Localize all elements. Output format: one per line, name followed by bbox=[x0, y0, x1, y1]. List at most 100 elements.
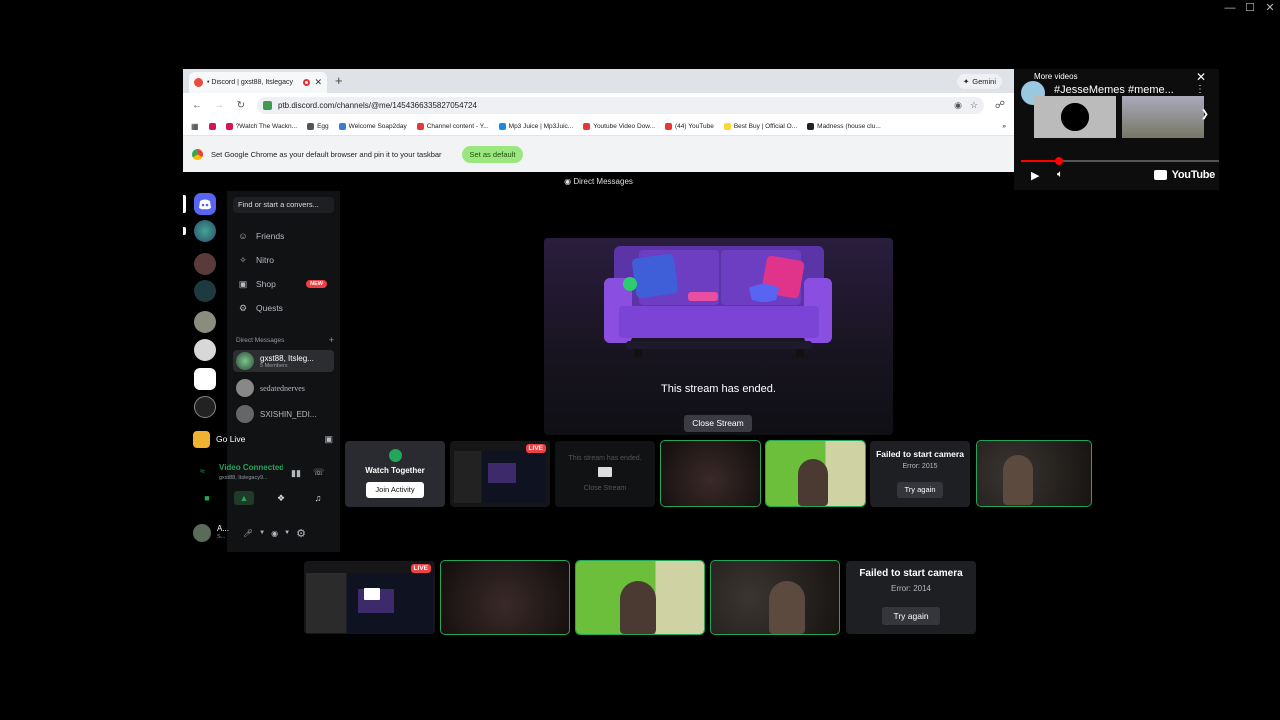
watch-together-tile[interactable]: Watch Together Join Activity bbox=[345, 441, 445, 507]
camera-tile-4[interactable] bbox=[440, 560, 570, 635]
more-bookmarks-icon[interactable]: » bbox=[1002, 123, 1006, 130]
home-indicator bbox=[183, 195, 186, 213]
bookmark-favicon-icon bbox=[225, 122, 233, 130]
screen-icon bbox=[598, 467, 612, 477]
server-icon-1[interactable] bbox=[194, 220, 216, 242]
dm-item-sedatednerves[interactable]: sedatednerves bbox=[233, 377, 334, 399]
user-avatar bbox=[236, 379, 254, 397]
mini-close-stream-button[interactable]: Close Stream bbox=[555, 485, 655, 492]
bookmark-item[interactable]: ?Watch The Wackn... bbox=[225, 122, 297, 130]
server-icon-6[interactable] bbox=[194, 368, 216, 390]
infobar-text: Set Google Chrome as your default browse… bbox=[211, 149, 442, 159]
play-icon[interactable]: ▶ bbox=[1031, 169, 1039, 182]
progress-scrubber[interactable] bbox=[1054, 157, 1063, 165]
bookmark-item[interactable]: Youtube Video Dow... bbox=[583, 122, 655, 130]
media-control-icon[interactable]: ◉ bbox=[954, 100, 962, 111]
server-icon-2[interactable] bbox=[194, 253, 216, 275]
close-icon[interactable]: ✕ bbox=[1196, 70, 1206, 84]
new-tab-button[interactable]: + bbox=[335, 73, 343, 88]
bookmark-item[interactable]: Madness (house clu... bbox=[807, 122, 881, 130]
noise-suppression-icon[interactable]: ▮▮ bbox=[291, 468, 301, 479]
chevron-right-icon[interactable]: ❯ bbox=[1201, 109, 1209, 120]
reload-icon[interactable]: ↻ bbox=[235, 100, 247, 111]
add-dm-button[interactable]: + bbox=[329, 336, 334, 345]
try-again-button[interactable]: Try again bbox=[882, 607, 940, 625]
bookmark-star-icon[interactable]: ☆ bbox=[970, 100, 978, 111]
dm-name: gxst88, Itsleg... bbox=[260, 353, 314, 363]
close-window-icon[interactable]: ✕ bbox=[1260, 0, 1280, 16]
soundboard-icon[interactable]: ♫ bbox=[308, 491, 328, 505]
dm-item-group[interactable]: gxst88, Itsleg... 5 Members bbox=[233, 350, 334, 372]
mic-icon[interactable]: 🎤︎ bbox=[243, 529, 253, 538]
live-stream-tile[interactable]: LIVE bbox=[450, 441, 550, 507]
camera-tile-5[interactable] bbox=[575, 560, 705, 635]
search-input[interactable]: Find or start a convers... bbox=[233, 197, 334, 213]
close-stream-button[interactable]: Close Stream bbox=[684, 415, 752, 432]
more-options-icon[interactable]: ⋮ bbox=[1195, 84, 1205, 95]
ended-stream-tile[interactable]: This stream has ended. Close Stream bbox=[555, 441, 655, 507]
nav-shop[interactable]: ▣ Shop NEW bbox=[233, 274, 334, 294]
more-videos-label[interactable]: More videos bbox=[1034, 72, 1078, 81]
dm-item-sxishin[interactable]: SXISHIN_EDI... bbox=[233, 403, 334, 425]
forward-icon[interactable]: → bbox=[213, 100, 225, 111]
live-stream-tile-large[interactable]: LIVE bbox=[304, 561, 435, 634]
camera-icon[interactable]: ■ bbox=[197, 491, 217, 505]
screen-share-icon[interactable]: ▣ bbox=[324, 434, 333, 445]
server-icon-7[interactable] bbox=[194, 396, 216, 418]
bookmark-item[interactable]: Egg bbox=[307, 122, 329, 130]
camera-tile-2[interactable] bbox=[765, 440, 866, 507]
youtube-mini-player[interactable]: More videos #JesseMemes #meme... ⋮ ✕ ❯ ▶… bbox=[1014, 69, 1219, 190]
avatar[interactable] bbox=[193, 524, 211, 542]
nav-nitro[interactable]: ✧ Nitro bbox=[233, 250, 334, 270]
chevron-down-icon[interactable]: ▼ bbox=[284, 530, 290, 536]
set-as-default-button[interactable]: Set as default bbox=[461, 145, 524, 163]
progress-bar[interactable] bbox=[1021, 157, 1219, 165]
nav-quests[interactable]: ⚙ Quests bbox=[233, 298, 334, 318]
activities-icon[interactable]: ❖ bbox=[271, 491, 291, 505]
headphones-icon[interactable]: ◉ bbox=[271, 529, 278, 538]
bookmark-item[interactable]: (44) YouTube bbox=[665, 122, 714, 130]
live-badge: LIVE bbox=[410, 564, 431, 573]
bookmark-label: (44) YouTube bbox=[675, 122, 714, 130]
minimize-icon[interactable]: — bbox=[1220, 0, 1240, 16]
thumbnail-2[interactable] bbox=[1122, 96, 1204, 138]
maximize-icon[interactable]: ☐ bbox=[1240, 0, 1260, 16]
gemini-button[interactable]: ✦ Gemini bbox=[956, 74, 1002, 89]
bookmark-item[interactable]: Channel content - Y... bbox=[416, 122, 489, 130]
browser-tab[interactable]: • Discord | gxst88, Itslegacy ✕ bbox=[189, 72, 327, 93]
bookmark-item[interactable]: Best Buy | Official O... bbox=[723, 122, 797, 130]
video-title[interactable]: #JesseMemes #meme... bbox=[1054, 84, 1184, 96]
apps-grid-icon[interactable]: ▦ bbox=[191, 122, 199, 131]
bookmark-red[interactable] bbox=[208, 122, 216, 130]
address-bar[interactable]: ptb.discord.com/channels/@me/14543663358… bbox=[257, 96, 984, 114]
site-info-icon[interactable] bbox=[263, 100, 272, 110]
camera-tile-1[interactable] bbox=[660, 440, 761, 507]
bookmark-item[interactable]: Mp3 Juice | Mp3Juic... bbox=[498, 122, 573, 130]
volume-icon[interactable]: 🔈︎ bbox=[1057, 169, 1063, 180]
extensions-icon[interactable]: ☍ bbox=[994, 100, 1006, 111]
bookmark-item[interactable]: Welcome Soap2day bbox=[338, 122, 407, 130]
disconnect-icon[interactable]: ☏ bbox=[313, 467, 324, 478]
nav-friends[interactable]: ☺ Friends bbox=[233, 226, 334, 246]
go-live-panel[interactable]: Go Live ▣ bbox=[193, 429, 333, 449]
discord-home-icon[interactable] bbox=[194, 193, 216, 215]
bookmarks-bar: ▦ ?Watch The Wackn... Egg Welcome Soap2day… bbox=[183, 117, 1014, 135]
camera-tile-3[interactable] bbox=[976, 440, 1092, 507]
close-tab-icon[interactable]: ✕ bbox=[314, 77, 322, 88]
share-screen-icon[interactable]: ▲ bbox=[234, 491, 254, 505]
captions-icon[interactable] bbox=[1154, 170, 1167, 180]
server-icon-4[interactable] bbox=[194, 311, 216, 333]
dm-header-title: Direct Messages bbox=[573, 177, 633, 186]
settings-gear-icon[interactable]: ⚙ bbox=[296, 527, 306, 540]
server-icon-5[interactable] bbox=[194, 339, 216, 361]
dm-name: SXISHIN_EDI... bbox=[260, 409, 317, 419]
chevron-down-icon[interactable]: ▼ bbox=[259, 530, 265, 536]
voice-channel-text[interactable]: gxst88, Itslegacy9... bbox=[219, 475, 283, 481]
join-activity-button[interactable]: Join Activity bbox=[366, 482, 424, 498]
voice-status-text[interactable]: Video Connected bbox=[219, 463, 283, 472]
try-again-button[interactable]: Try again bbox=[897, 482, 943, 498]
server-icon-3[interactable] bbox=[194, 280, 216, 302]
back-icon[interactable]: ← bbox=[191, 100, 203, 111]
thumbnail-1[interactable] bbox=[1034, 96, 1116, 138]
camera-tile-6[interactable] bbox=[710, 560, 840, 635]
